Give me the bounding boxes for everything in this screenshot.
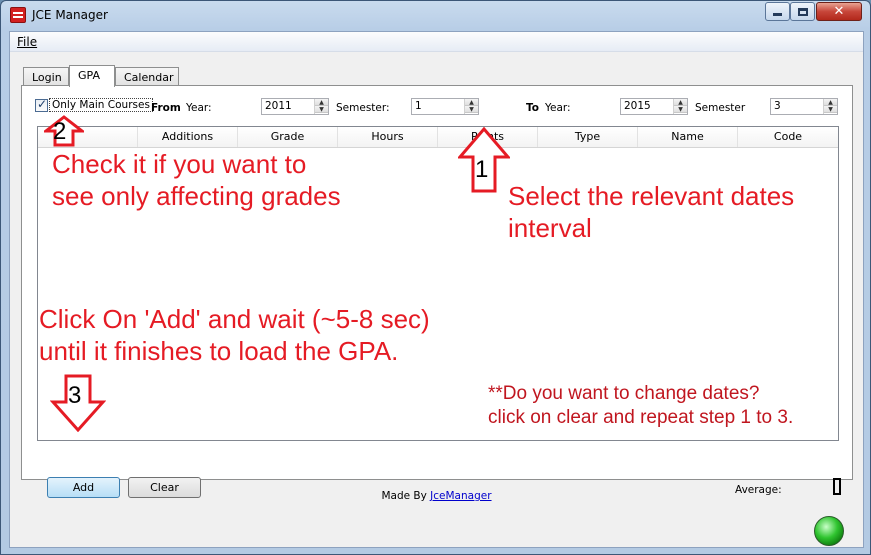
to-year-value: 2015: [624, 100, 651, 112]
annotation-number-3: 3: [68, 382, 82, 409]
spin-up-icon[interactable]: ▲: [824, 99, 837, 106]
annotation-add-line2: until it finishes to load the GPA.: [39, 336, 399, 366]
from-year-stepper[interactable]: 2011 ▲ ▼: [261, 98, 329, 115]
col-header-hours[interactable]: Hours: [338, 127, 438, 147]
maximize-icon: [797, 7, 808, 16]
spin-down-icon[interactable]: ▼: [315, 106, 328, 113]
from-year-label: Year:: [186, 102, 212, 114]
spin-down-icon[interactable]: ▼: [824, 106, 837, 113]
spin-down-icon[interactable]: ▼: [465, 106, 478, 113]
close-button[interactable]: ✕: [816, 2, 862, 21]
client-area: File Login GPA Calendar Only Main Course…: [9, 31, 864, 548]
footer-prefix: Made By: [381, 490, 431, 502]
app-window: JCE Manager ✕ File Login GPA Calendar On…: [0, 0, 871, 555]
title-bar[interactable]: JCE Manager ✕: [1, 1, 870, 31]
tab-calendar[interactable]: Calendar: [115, 67, 179, 86]
spin-up-icon[interactable]: ▲: [674, 99, 687, 106]
to-semester-stepper[interactable]: 3 ▲ ▼: [770, 98, 838, 115]
only-main-courses-checkbox[interactable]: [35, 97, 48, 112]
annotation-add-line1: Click On 'Add' and wait (~5-8 sec): [39, 304, 430, 334]
spin-up-icon[interactable]: ▲: [315, 99, 328, 106]
annotation-number-2: 2: [53, 118, 67, 145]
col-header-code[interactable]: Code: [738, 127, 838, 147]
footer: Made By JceManager: [10, 490, 863, 502]
spin-down-icon[interactable]: ▼: [674, 106, 687, 113]
to-year-stepper[interactable]: 2015 ▲ ▼: [620, 98, 688, 115]
from-semester-value: 1: [415, 100, 422, 112]
from-semester-stepper[interactable]: 1 ▲ ▼: [411, 98, 479, 115]
app-logo-icon: [10, 7, 26, 23]
annotation-number-1: 1: [475, 156, 489, 183]
col-header-name[interactable]: Name: [638, 127, 738, 147]
annotation-check-line1: Check it if you want to: [52, 149, 307, 179]
menu-file[interactable]: File: [17, 35, 37, 49]
minimize-button[interactable]: [765, 2, 790, 21]
to-year-label: Year:: [545, 102, 571, 114]
from-semester-label: Semester:: [336, 102, 390, 114]
annotation-dates-line1: Select the relevant dates: [508, 181, 795, 211]
annotation-dates-line2: interval: [508, 213, 592, 243]
to-label: To: [526, 102, 539, 114]
footer-link[interactable]: JceManager: [430, 490, 491, 502]
maximize-button[interactable]: [790, 2, 815, 21]
status-indicator-icon: [814, 516, 844, 546]
annotation-clear-line2: click on clear and repeat step 1 to 3.: [488, 407, 794, 428]
tab-gpa[interactable]: GPA: [69, 65, 115, 87]
spin-up-icon[interactable]: ▲: [465, 99, 478, 106]
col-header-type[interactable]: Type: [538, 127, 638, 147]
col-header-additions[interactable]: Additions: [138, 127, 238, 147]
col-header-grade[interactable]: Grade: [238, 127, 338, 147]
grid-header: Additions Grade Hours Points Type Name C…: [38, 127, 838, 148]
only-main-courses-label[interactable]: Only Main Courses: [49, 98, 153, 112]
from-year-value: 2011: [265, 100, 292, 112]
window-title: JCE Manager: [32, 8, 108, 22]
from-label: From: [151, 102, 181, 114]
menu-bar: File: [10, 32, 863, 52]
to-semester-value: 3: [774, 100, 781, 112]
minimize-icon: [773, 13, 782, 16]
tab-login[interactable]: Login: [23, 67, 69, 86]
to-semester-label: Semester: [695, 102, 746, 114]
menu-file-label: File: [17, 35, 38, 49]
annotation-clear-line1: **Do you want to change dates?: [488, 383, 760, 404]
close-icon: ✕: [833, 4, 845, 19]
annotation-check-line2: see only affecting grades: [52, 181, 341, 211]
